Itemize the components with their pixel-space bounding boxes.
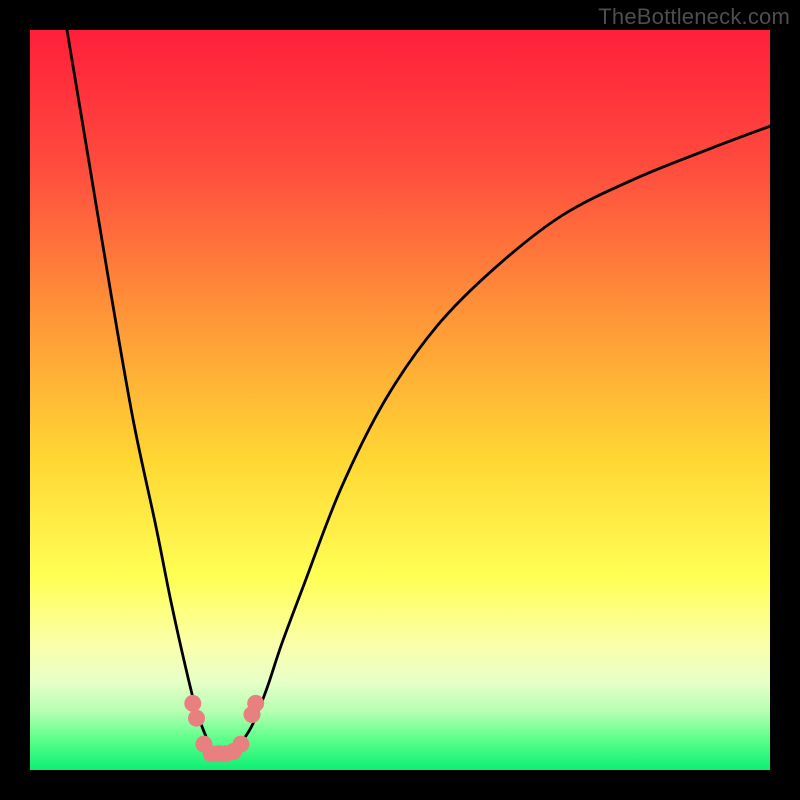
chart-frame: TheBottleneck.com — [0, 0, 800, 800]
watermark-text: TheBottleneck.com — [598, 4, 790, 30]
data-marker — [188, 710, 205, 727]
data-marker — [247, 695, 264, 712]
data-marker — [232, 736, 249, 753]
curve-layer — [30, 30, 770, 770]
data-marker — [184, 695, 201, 712]
marker-group — [184, 695, 264, 762]
bottleneck-curve — [67, 30, 770, 756]
plot-area — [30, 30, 770, 770]
